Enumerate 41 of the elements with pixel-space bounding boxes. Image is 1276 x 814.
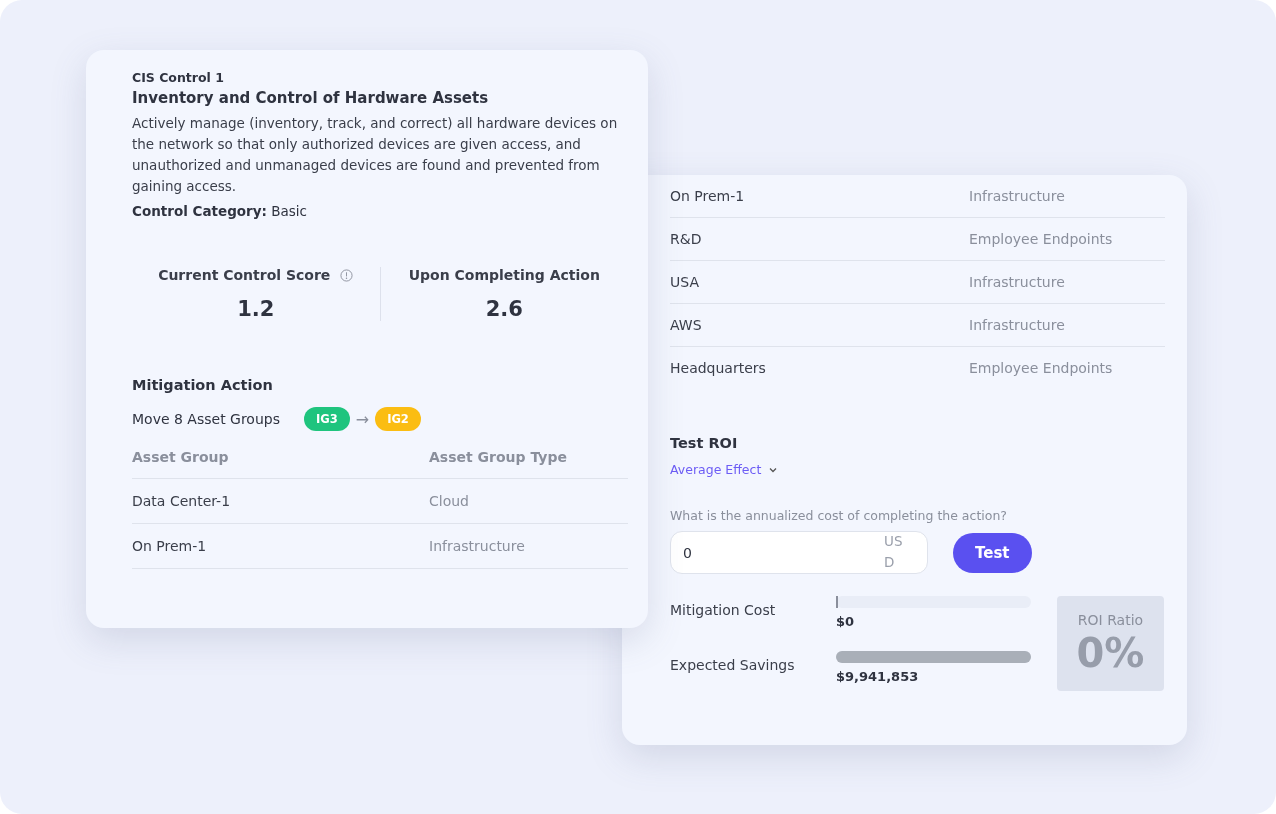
bar-amount: $0 (836, 614, 856, 629)
score-label: Current Control Score (158, 267, 331, 283)
table-cell-text: Infrastructure (969, 188, 1066, 204)
table-cell-text: On Prem-1 (132, 538, 208, 554)
currency-unit: USD (884, 532, 904, 572)
table-cell-text: On Prem-1 (670, 188, 746, 204)
mitigation-action: Move 8 Asset Groups (132, 411, 280, 427)
ratio-label: ROI Ratio (1077, 611, 1144, 628)
table-cell-text: Headquarters (670, 360, 767, 376)
column-header: Asset Group Type (429, 449, 568, 465)
control-description: Actively manage (inventory, track, and correct) all hardware devices on the network so that only authorized devices are given access, and unauthorized and unmanaged devices are found and prevented from gaining access. (132, 114, 619, 196)
group-badge: IG2 (375, 407, 421, 431)
control-title: Inventory and Control of Hardware Assets (132, 89, 490, 107)
score-value: 1.2 (237, 297, 275, 321)
score-label: Upon Completing Action (408, 267, 600, 283)
section-title: Test ROI (670, 435, 739, 451)
caret-icon[interactable] (769, 466, 778, 473)
effect-dropdown[interactable]: Average Effect (670, 462, 778, 477)
score-value: 2.6 (485, 297, 523, 321)
cost-question: What is the annualized cost of completing the action? (670, 508, 1008, 523)
table-cell-text: AWS (670, 317, 703, 333)
table-cell-text: Infrastructure (429, 538, 526, 554)
bar-amount: $9,941,853 (836, 668, 920, 684)
control-category: Control Category: Basic (132, 203, 308, 219)
bar-label: Mitigation Cost (670, 601, 777, 618)
section-title: Mitigation Action (132, 377, 274, 393)
test-button[interactable]: Test (953, 532, 1032, 573)
ratio-value: 0% (1076, 629, 1145, 676)
table-cell-text: Data Center-1 (132, 493, 232, 509)
table-cell-text: Infrastructure (969, 274, 1066, 290)
table-cell-text: R&D (670, 231, 703, 247)
table-cell-text: USA (670, 274, 700, 290)
control-number: CIS Control 1 (132, 70, 225, 85)
group-badge: IG3 (304, 407, 350, 431)
table-cell-text: Cloud (429, 493, 470, 509)
table-cell-text: Employee Endpoints (969, 360, 1114, 376)
table-cell-text: Infrastructure (969, 317, 1066, 333)
arrow-glyph: → (355, 409, 370, 429)
column-header: Asset Group (132, 449, 230, 465)
bar-label: Expected Savings (670, 655, 796, 673)
table-cell-text: Employee Endpoints (969, 231, 1114, 247)
